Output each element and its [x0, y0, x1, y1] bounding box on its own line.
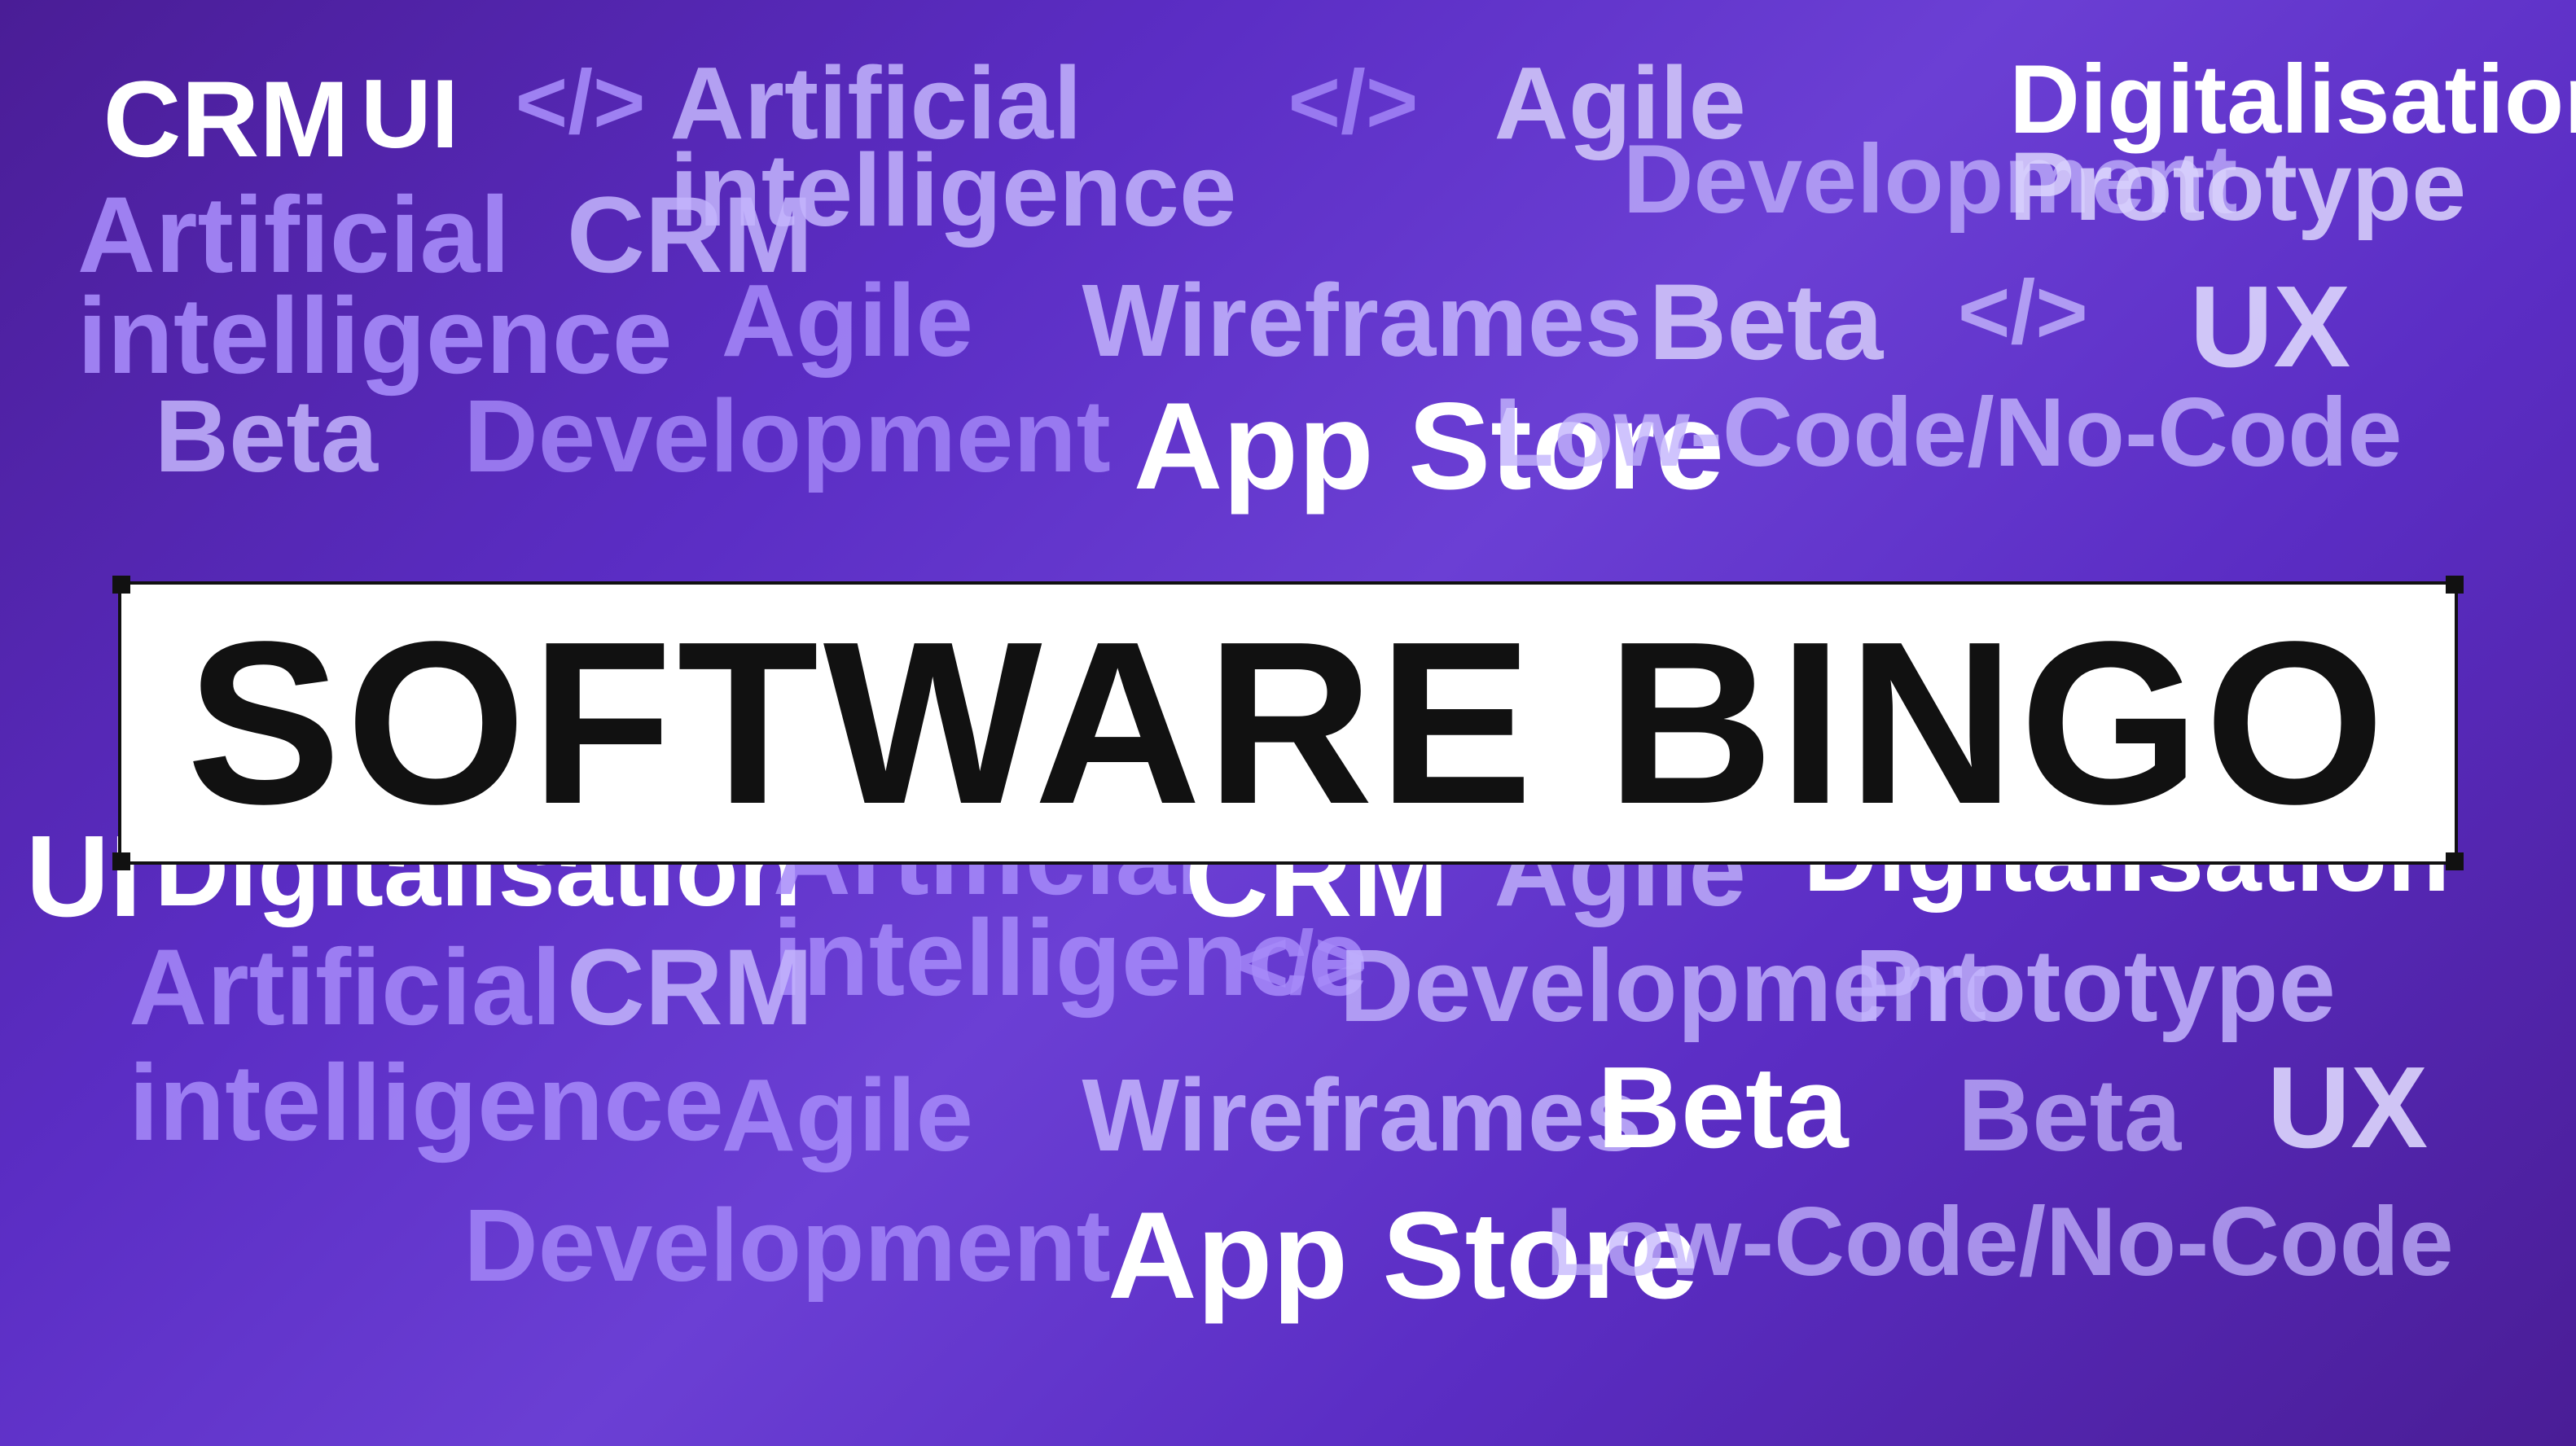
- bg-word: Beta: [1648, 261, 1883, 384]
- bg-word: UI: [361, 58, 459, 170]
- bg-word: CRM: [103, 58, 350, 182]
- bg-word: </>: [516, 50, 646, 154]
- bingo-container: SOFTWARE BINGO: [118, 581, 2458, 865]
- bg-word: Beta: [1958, 1055, 2181, 1174]
- bg-word: Development: [1340, 926, 1986, 1045]
- bg-word: Agile: [722, 261, 973, 379]
- bg-word: Beta: [155, 376, 378, 495]
- bg-word: Development: [1623, 123, 2238, 235]
- bg-word: Digitalisation: [2009, 43, 2576, 156]
- bg-word: </>: [1288, 50, 1419, 154]
- bg-word: Agile: [1494, 43, 1746, 162]
- bg-word: Wireframes: [1082, 1055, 1642, 1174]
- corner-tr: [2446, 576, 2464, 594]
- bg-word: intelligence: [773, 896, 1368, 1020]
- bg-word: intelligence: [129, 1041, 724, 1165]
- corner-bl: [112, 852, 130, 870]
- bg-word: </>: [1236, 911, 1367, 1014]
- bg-word: Beta: [1597, 1041, 1849, 1175]
- corner-br: [2446, 852, 2464, 870]
- bg-word: Development: [463, 376, 1110, 495]
- bg-word: App Store: [1134, 376, 1724, 518]
- bg-word: intelligence: [669, 130, 1236, 249]
- bg-word: Artificial: [77, 173, 510, 297]
- bg-word: UX: [2190, 261, 2351, 394]
- bg-word: CRM: [567, 926, 814, 1049]
- bg-word: Artificial: [669, 43, 1082, 162]
- corner-tl: [112, 576, 130, 594]
- bingo-box: SOFTWARE BINGO: [118, 581, 2458, 865]
- bg-word: UX: [2267, 1041, 2428, 1175]
- bg-word: CRM: [567, 173, 814, 297]
- bg-word: Wireframes: [1082, 261, 1642, 379]
- bg-word: Artificial: [129, 926, 561, 1049]
- bg-word: </>: [1958, 261, 2088, 364]
- bg-word: Low-Code/No-Code: [1546, 1185, 2454, 1298]
- bg-word: intelligence: [77, 274, 673, 398]
- bg-word: Prototype: [1854, 926, 2335, 1045]
- bingo-title: SOFTWARE BINGO: [187, 607, 2389, 839]
- bg-word: Prototype: [2009, 130, 2466, 243]
- bg-word: App Store: [1108, 1185, 1698, 1327]
- bg-word: Low-Code/No-Code: [1494, 376, 2403, 489]
- bg-word: Development: [463, 1185, 1110, 1304]
- bg-word: Agile: [722, 1055, 973, 1174]
